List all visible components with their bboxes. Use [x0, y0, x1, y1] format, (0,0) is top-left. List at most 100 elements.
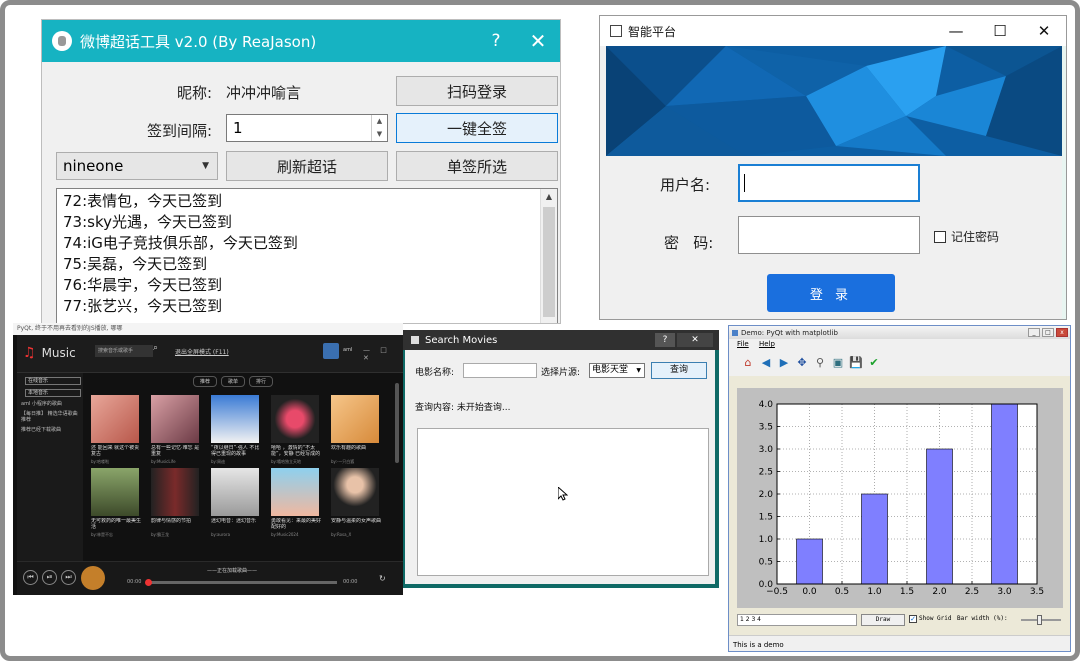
app-logo: ♫ Music [23, 345, 76, 361]
subplots-icon[interactable]: ▣ [831, 356, 845, 370]
scroll-up-icon[interactable]: ▲ [541, 192, 557, 201]
fullscreen-link[interactable]: 退出全屏模式 (F11) [175, 347, 229, 356]
next-icon[interactable]: ⏭ [61, 570, 76, 585]
playlist-card[interactable]: 总有一些记忆·难忘 是重复 by:MusicLife [151, 395, 203, 464]
playlist-card[interactable]: 欢乐有趣的歌曲 by:·一只白狐 [331, 395, 383, 464]
help-button[interactable]: ? [476, 31, 516, 51]
save-icon[interactable]: 💾 [849, 356, 863, 370]
spin-arrows-icon[interactable]: ▲ ▼ [371, 115, 387, 141]
playlist-card[interactable]: “夜以继日”·强人 不比 得已重现的故事 by:周迪 [211, 395, 263, 464]
account-select[interactable]: nineone ▼ [56, 152, 218, 180]
login-button[interactable]: 登 录 [767, 274, 895, 312]
tab-charts[interactable]: 排行 [249, 376, 274, 387]
y-tick-label: 2.5 [759, 468, 773, 478]
menu-help[interactable]: Help [759, 340, 775, 348]
play-pause-icon[interactable]: ⏯ [42, 570, 57, 585]
card-author: by:aurora [211, 532, 231, 537]
chevron-down-icon: ▼ [636, 367, 641, 374]
minimize-button[interactable]: — [934, 22, 978, 40]
maximize-button[interactable]: □ [1042, 328, 1054, 337]
window-title: Search Movies [425, 334, 498, 346]
close-button[interactable]: ✕ [677, 333, 713, 347]
scan-login-button[interactable]: 扫码登录 [396, 76, 558, 106]
pan-icon[interactable]: ✥ [795, 356, 809, 370]
source-select[interactable]: 电影天堂 ▼ [589, 363, 645, 378]
y-tick-label: 0.5 [759, 558, 773, 568]
menu-file[interactable]: File [737, 340, 749, 348]
slider-knob[interactable] [1037, 615, 1042, 625]
minimize-button[interactable]: _ [1028, 328, 1040, 337]
playlist-card[interactable]: 还 能回来 就这个被贵复古 by:哈喽啦 [91, 395, 143, 464]
cover-image [211, 395, 259, 443]
title-bar: 微博超话工具 v2.0 (By ReaJason) ? ✕ [42, 20, 560, 62]
query-button[interactable]: 查询 [651, 362, 707, 379]
search-icon[interactable]: ⌕ [153, 343, 158, 353]
sign-log-textbox[interactable]: 72:表情包，今天已签到 73:sky光遇，今天已签到 74:iG电子竞技俱乐部… [56, 188, 558, 323]
interval-spinbox[interactable]: 1 ▲ ▼ [226, 114, 388, 142]
help-button[interactable]: ? [655, 333, 675, 347]
window-title: Demo: PyQt with matplotlib [741, 328, 838, 337]
playlist-card[interactable]: 勇敢看见：来最的美好配好的 by:Music2024 [271, 468, 323, 537]
previous-icon[interactable]: ⏮ [23, 570, 38, 585]
bar-width-slider[interactable] [1021, 615, 1061, 625]
plot-controls: 1 2 3 4 Draw ✓ Show Grid Bar width (%): [737, 614, 1067, 628]
weibo-tool-window: 微博超话工具 v2.0 (By ReaJason) ? ✕ 昵称: 冲冲冲喻言 … [41, 19, 561, 324]
show-grid-checkbox[interactable]: ✓ [909, 615, 917, 623]
remember-checkbox[interactable] [934, 231, 946, 243]
window-controls[interactable]: — □ ✕ [363, 346, 403, 362]
card-author: by:林是不忘 [91, 532, 113, 537]
playlist-card[interactable]: 安静与温柔的女声歌曲 by:Rosa_X [331, 468, 383, 537]
forward-icon[interactable]: ▶ [777, 356, 791, 370]
log-line: 76:华晨宇，今天已签到 [63, 276, 223, 294]
scroll-thumb[interactable] [543, 207, 555, 317]
playlist-card[interactable]: 迷幻电音：迷幻音乐 by:aurora [211, 468, 263, 537]
sidebar-item-local[interactable]: 本地音乐 [25, 389, 81, 397]
banner-image [606, 46, 1062, 156]
title-bar: 智能平台 — ☐ ✕ [600, 16, 1066, 46]
avatar[interactable] [323, 343, 339, 359]
password-field[interactable] [738, 216, 920, 254]
check-icon[interactable]: ✔ [867, 356, 881, 370]
user-name[interactable]: aml [343, 347, 352, 353]
results-textbox[interactable] [417, 428, 709, 576]
cover-image [151, 468, 199, 516]
search-input[interactable]: 搜索音乐或歌手 [95, 345, 153, 357]
card-caption: 安静与温柔的女声歌曲 [331, 518, 382, 524]
maximize-button[interactable]: ☐ [978, 22, 1022, 40]
title-bar: Demo: PyQt with matplotlib _ □ x [729, 326, 1070, 339]
progress-slider[interactable] [145, 579, 337, 586]
data-input[interactable]: 1 2 3 4 [737, 614, 857, 626]
bar [861, 493, 888, 585]
sidebar-text: 推荐已经下载歌曲 [21, 427, 62, 433]
x-tick-label: 0.0 [802, 587, 817, 597]
close-button[interactable]: x [1056, 328, 1068, 337]
sidebar-item-online[interactable]: 在线音乐 [25, 377, 81, 385]
matplotlib-demo-window: Demo: PyQt with matplotlib _ □ x File He… [728, 325, 1071, 652]
back-icon[interactable]: ◀ [759, 356, 773, 370]
refresh-button[interactable]: 刷新超话 [226, 151, 388, 181]
home-icon[interactable]: ⌂ [741, 356, 755, 370]
playlist-card[interactable]: 嘻哈 ，激情的“不太能”，安静 已经写成的 by:嘻哈独立天地 [271, 395, 323, 464]
movie-name-input[interactable] [463, 363, 537, 378]
app-icon [52, 31, 72, 51]
card-caption: “夜以继日”·强人 不比 得已重现的故事 [211, 445, 260, 457]
total-time: 00:00 [343, 579, 358, 585]
sign-selected-button[interactable]: 单签所选 [396, 151, 558, 181]
card-caption: 无可救药的唯一最美生活 [91, 518, 142, 530]
playlist-card[interactable]: 韵律与情感的节拍 by:霸王龙 [151, 468, 203, 537]
close-button[interactable]: ✕ [516, 29, 560, 53]
loop-icon[interactable]: ↻ [379, 574, 386, 583]
y-tick-label: 0.0 [759, 580, 774, 590]
tab-recommend[interactable]: 推荐 [193, 376, 218, 387]
playlist-card[interactable]: 无可救药的唯一最美生活 by:林是不忘 [91, 468, 143, 537]
scrollbar[interactable] [395, 383, 399, 463]
sign-all-button[interactable]: 一键全签 [396, 113, 558, 143]
zoom-icon[interactable]: ⚲ [813, 356, 827, 370]
close-button[interactable]: ✕ [1022, 22, 1066, 40]
draw-button[interactable]: Draw [861, 614, 905, 626]
progress-handle[interactable] [145, 579, 152, 586]
username-field[interactable] [738, 164, 920, 202]
tab-playlists[interactable]: 歌单 [221, 376, 246, 387]
scrollbar[interactable]: ▲ [540, 189, 557, 323]
plot-canvas[interactable]: −0.5 0.0 0.5 1.0 1.5 2.0 2.5 3.0 3.5 0.0 0.5 1.0 1.5… [737, 388, 1063, 608]
